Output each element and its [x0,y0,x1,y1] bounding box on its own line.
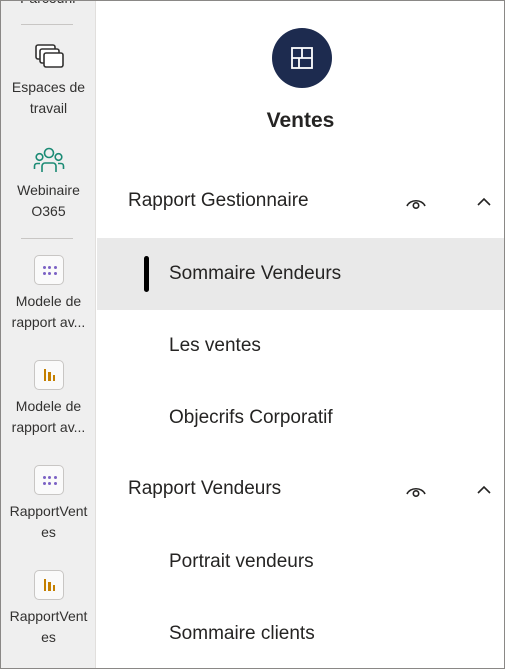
page-label: Portrait vendeurs [169,551,314,572]
rail-item-webinaire[interactable]: Webinaire O365 [1,144,95,222]
rail-item-label-line1: Modele de [15,398,82,414]
rail-item-label-line2: rapport av... [11,419,86,435]
chevron-up-icon[interactable] [475,194,493,210]
eye-icon[interactable] [405,484,427,498]
left-nav-rail: Parcourir Espaces de travail Webinaire [1,1,96,668]
rail-item-label-line2: es [41,629,56,645]
section-title: Rapport Gestionnaire [128,190,309,211]
rail-item-label-line2: rapport av... [11,314,86,330]
dot-grid-icon [33,465,65,497]
page-label: Sommaire clients [169,623,315,644]
eye-icon[interactable] [405,196,427,210]
active-page-indicator [144,256,149,292]
app-title: Ventes [266,109,335,132]
app-layout-icon [291,47,313,69]
rail-item-modele-rapport-1[interactable]: Modele de rapport av... [1,255,95,333]
page-item-sommaire-vendeurs[interactable]: Sommaire Vendeurs [97,238,504,310]
rail-item-label-line2: travail [29,100,68,116]
page-item-sommaire-clients[interactable]: Sommaire clients [97,598,504,669]
bar-chart-icon [33,570,65,602]
page-label: Objecrifs Corporatif [169,407,333,428]
rail-item-workspaces[interactable]: Espaces de travail [1,41,95,119]
page-label: Les ventes [169,335,261,356]
rail-item-label-line2: es [41,524,56,540]
rail-divider [21,24,73,25]
app-navigation-panel: Ventes Rapport Gestionnaire Sommaire Ven… [97,1,504,668]
workspaces-icon [33,41,65,73]
rail-item-browse[interactable]: Parcourir [1,1,95,9]
rail-item-modele-rapport-2[interactable]: Modele de rapport av... [1,360,95,438]
rail-item-label-line1: RapportVent [9,503,88,519]
chevron-up-icon[interactable] [475,482,493,498]
page-item-portrait-vendeurs[interactable]: Portrait vendeurs [97,526,504,598]
rail-item-label-line1: Modele de [15,293,82,309]
rail-item-label-line1: RapportVent [9,608,88,624]
page-item-les-ventes[interactable]: Les ventes [97,310,504,382]
rail-item-rapportventes-2[interactable]: RapportVent es [1,570,95,648]
section-header-rapport-gestionnaire[interactable]: Rapport Gestionnaire [97,182,504,222]
dot-grid-icon [33,255,65,287]
rail-divider [21,238,73,239]
section-title: Rapport Vendeurs [128,478,282,499]
rail-item-label-line1: Espaces de [11,79,86,95]
section-header-rapport-vendeurs[interactable]: Rapport Vendeurs [97,470,504,510]
bar-chart-icon [33,360,65,392]
people-icon [33,144,65,176]
page-label: Sommaire Vendeurs [169,263,342,284]
rail-item-label-line2: O365 [31,203,66,219]
rail-item-rapportventes-1[interactable]: RapportVent es [1,465,95,543]
app-logo [272,28,332,88]
page-item-objecrifs-corporatif[interactable]: Objecrifs Corporatif [97,382,504,454]
rail-item-label: Parcourir [1,1,95,9]
rail-item-label-line1: Webinaire [17,182,80,198]
